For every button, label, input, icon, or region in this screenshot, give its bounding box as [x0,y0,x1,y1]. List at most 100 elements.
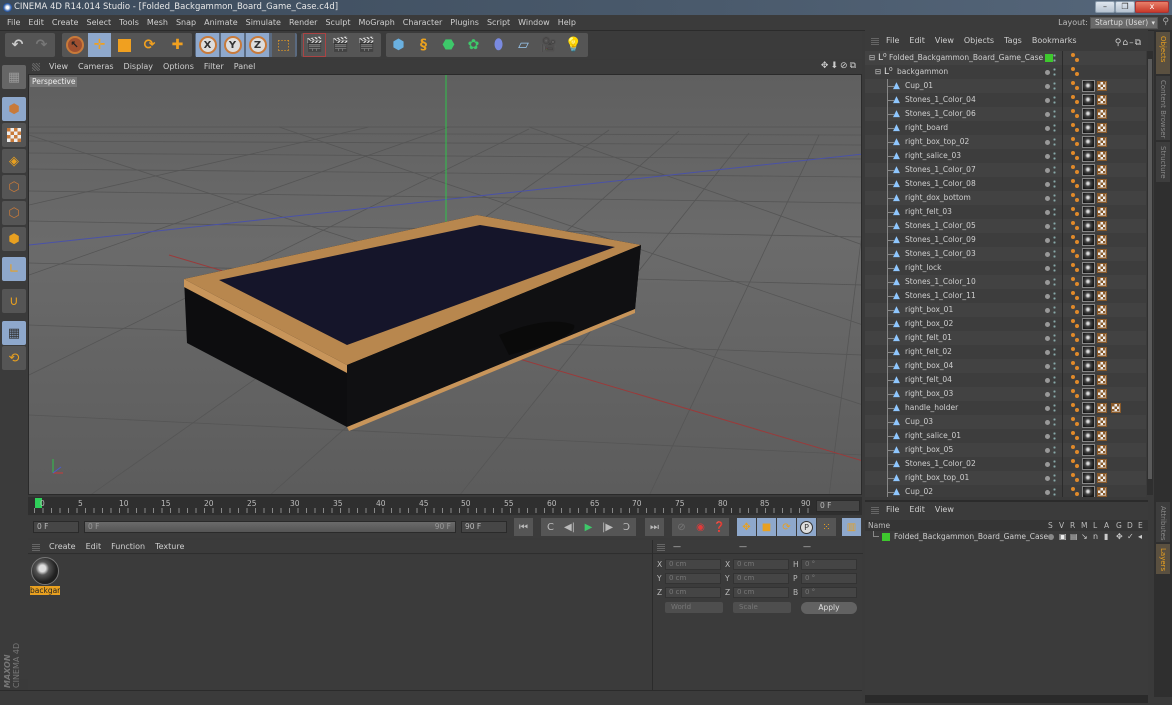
move-button[interactable]: ✛ [88,33,111,57]
camera-button[interactable]: 🎥 [537,33,560,57]
material-tag-icon[interactable] [1082,318,1095,330]
menu-tools[interactable]: Tools [115,15,143,31]
phong-tag-icon[interactable] [1071,179,1080,189]
key-position-button[interactable]: ✥ [737,518,756,536]
viewport-menu-view[interactable]: View [44,60,73,74]
material-tag-icon[interactable] [1082,290,1095,302]
menu-create[interactable]: Create [48,15,83,31]
objects-menu-view[interactable]: View [930,34,959,48]
phong-tag-icon[interactable] [1071,347,1080,357]
uvw-tag-icon[interactable] [1097,165,1107,175]
rot-b-field[interactable]: 0 ° [801,587,857,598]
object-row[interactable]: ▲ right_box_01 [865,303,1146,317]
phong-tag-icon[interactable] [1071,445,1080,455]
material-menu-create[interactable]: Create [44,540,81,554]
material-tag-icon[interactable] [1082,206,1095,218]
render-visibility-dots[interactable] [1053,389,1056,399]
current-frame-field[interactable]: 0 F [816,500,860,512]
material-tag-icon[interactable] [1082,304,1095,316]
object-row[interactable]: ▲ right_board [865,121,1146,135]
uvw-tag-icon[interactable] [1097,361,1107,371]
uvw-tag-icon[interactable] [1097,445,1107,455]
phong-tag-icon[interactable] [1071,221,1080,231]
end-frame-field[interactable]: 90 F [461,521,507,533]
render-visibility-dots[interactable] [1053,123,1056,133]
spline-pen-button[interactable]: § [412,33,435,57]
render-visibility-dots[interactable] [1053,473,1056,483]
editor-visibility-dot[interactable] [1045,280,1050,285]
phong-tag-icon[interactable] [1071,431,1080,441]
phong-tag-icon[interactable] [1071,67,1080,77]
tab-layers[interactable]: Layers [1156,544,1170,574]
render-visibility-dots[interactable] [1053,179,1056,189]
object-row-root[interactable]: ⊟ L⁰ Folded_Backgammon_Board_Game_Case [865,51,1146,65]
next-key-button[interactable]: Ↄ [617,518,636,536]
deformer-button[interactable]: ⬮ [487,33,510,57]
tab-content-browser[interactable]: Content Browser [1156,76,1170,140]
objects-menu-file[interactable]: File [881,34,904,48]
material-tag-icon[interactable] [1082,164,1095,176]
phong-tag-icon[interactable] [1071,403,1080,413]
uvw-tag-icon[interactable] [1097,193,1107,203]
menu-select[interactable]: Select [82,15,115,31]
render-visibility-dots[interactable] [1053,221,1056,231]
phong-tag-icon[interactable] [1071,389,1080,399]
phong-tag-icon[interactable] [1071,333,1080,343]
object-row[interactable]: ▲ Stones_1_Color_10 [865,275,1146,289]
uvw-tag-icon[interactable] [1097,347,1107,357]
key-point-level-button[interactable]: ⁙ [817,518,836,536]
x-axis-lock-button[interactable]: X [196,33,219,57]
object-row[interactable]: ▲ right_box_02 [865,317,1146,331]
layout-select[interactable]: Startup (User) [1090,17,1158,29]
uvw-tag-icon[interactable] [1097,431,1107,441]
undo-button[interactable]: ↶ [6,33,29,57]
layer-row[interactable]: Folded_Backgammon_Board_Game_Case ▣ ▤ ↘ … [865,531,1148,543]
editor-visibility-dot[interactable] [1045,140,1050,145]
play-button[interactable]: ▶ [579,518,598,536]
z-axis-lock-button[interactable]: Z [246,33,269,57]
panel-grip-icon[interactable] [32,543,40,551]
material-tag-icon[interactable] [1082,248,1095,260]
redo-button[interactable]: ↷ [30,33,53,57]
editor-visibility-dot[interactable] [1045,434,1050,439]
tab-objects[interactable]: Objects [1156,32,1170,74]
viewport-menu-cameras[interactable]: Cameras [73,60,119,74]
size-mode-select[interactable]: Scale [733,602,791,613]
phong-tag-icon[interactable] [1071,375,1080,385]
layer-color-swatch[interactable] [1045,54,1053,62]
phong-tag-icon[interactable] [1071,123,1080,133]
object-row[interactable]: ▲ right_box_top_02 [865,135,1146,149]
record-disabled-button[interactable]: ⊘ [672,518,691,536]
pos-z-field[interactable]: 0 cm [665,587,721,598]
phong-tag-icon[interactable] [1071,53,1080,63]
panel-grip-icon[interactable] [871,506,879,514]
timeline-ruler[interactable]: 0 5 10 15 20 25 30 35 40 45 50 55 60 65 … [28,497,862,515]
render-visibility-dots[interactable] [1053,67,1056,77]
menu-render[interactable]: Render [285,15,321,31]
objects-menu-edit[interactable]: Edit [904,34,930,48]
render-visibility-dots[interactable] [1053,291,1056,301]
object-row[interactable]: ▲ Stones_1_Color_02 [865,457,1146,471]
object-row[interactable]: ▲ Stones_1_Color_03 [865,247,1146,261]
layers-menu-file[interactable]: File [881,502,904,518]
material-tag-icon[interactable] [1082,150,1095,162]
search-icon[interactable]: ⚲ [1162,17,1169,27]
editor-visibility-dot[interactable] [1045,126,1050,131]
editor-visibility-dot[interactable] [1045,196,1050,201]
material-tag-icon[interactable] [1082,416,1095,428]
polygons-mode-button[interactable]: ⬢ [2,227,26,251]
render-visibility-dots[interactable] [1053,333,1056,343]
object-row[interactable]: ▲ right_box_04 [865,359,1146,373]
material-menu-function[interactable]: Function [106,540,150,554]
add-object-button[interactable]: ✚ [166,33,189,57]
render-view-button[interactable]: 🎬 [303,33,326,57]
object-row[interactable]: ▲ Cup_02 [865,485,1146,497]
expressions-toggle[interactable]: ◂ [1138,533,1142,541]
object-row[interactable]: ▲ Cup_01 [865,79,1146,93]
render-settings-button[interactable]: 🎬 [355,33,378,57]
model-mode-button[interactable]: ⬢ [2,97,26,121]
object-row[interactable]: ▲ Stones_1_Color_06 [865,107,1146,121]
rot-h-field[interactable]: 0 ° [801,559,857,570]
editor-visibility-dot[interactable] [1045,378,1050,383]
object-row[interactable]: ▲ right_felt_01 [865,331,1146,345]
